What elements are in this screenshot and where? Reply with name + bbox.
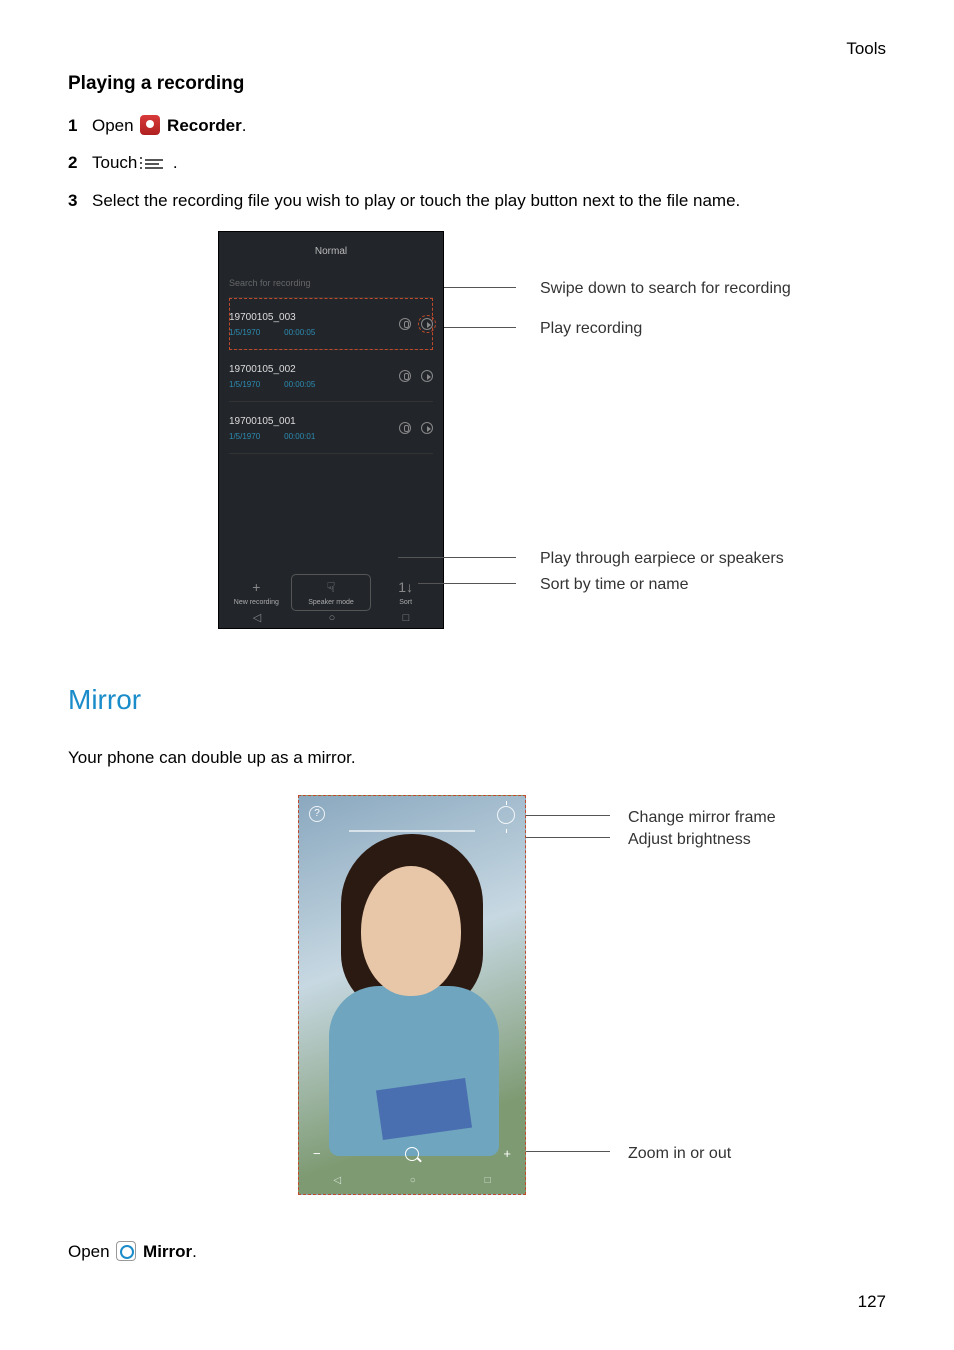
step2-pre: Touch bbox=[92, 153, 142, 172]
phone-bottom-bar: +New recording ☟Speaker mode 1↓Sort bbox=[219, 577, 443, 609]
section-title-playing: Playing a recording bbox=[68, 70, 886, 99]
zoom-out-icon[interactable]: − bbox=[313, 1144, 321, 1164]
step-number: 3 bbox=[68, 188, 92, 214]
home-icon[interactable]: ○ bbox=[329, 610, 336, 627]
header-section: Tools bbox=[846, 36, 886, 62]
play-icon[interactable] bbox=[421, 370, 433, 382]
step1-app: Recorder bbox=[167, 116, 242, 135]
play-icon[interactable] bbox=[421, 422, 433, 434]
step2-post: . bbox=[173, 153, 178, 172]
step-2: 2 Touch . bbox=[68, 150, 886, 176]
recording-name: 19700105_001 bbox=[229, 414, 399, 429]
recording-duration: 00:00:05 bbox=[284, 380, 315, 389]
figure-mirror: ? − + ◁ ○ □ Change mirror frame Adjust b… bbox=[298, 795, 938, 1215]
sort-button[interactable]: 1↓Sort bbox=[368, 577, 443, 609]
recent-icon[interactable]: □ bbox=[403, 610, 410, 627]
phone-screenshot-mirror: ? − + ◁ ○ □ bbox=[298, 795, 526, 1195]
recording-date: 1/5/1970 bbox=[229, 328, 260, 337]
callout-speaker: Play through earpiece or speakers bbox=[540, 547, 784, 571]
phone-title: Normal bbox=[219, 232, 443, 259]
android-nav-bar: ◁ ○ □ bbox=[219, 610, 443, 627]
recording-duration: 00:00:01 bbox=[284, 432, 315, 441]
step1-pre: Open bbox=[92, 116, 138, 135]
zoom-in-icon[interactable]: + bbox=[503, 1144, 511, 1164]
phone-screenshot-recorder: Normal Search for recording 19700105_003… bbox=[218, 231, 444, 629]
recording-row[interactable]: 19700105_001 1/5/1970 00:00:01 bbox=[229, 402, 433, 454]
search-field[interactable]: Search for recording bbox=[229, 277, 433, 298]
recording-row[interactable]: 19700105_002 1/5/1970 00:00:05 bbox=[229, 350, 433, 402]
new-recording-button[interactable]: +New recording bbox=[219, 577, 294, 609]
earpiece-icon[interactable] bbox=[399, 370, 411, 382]
step-number: 2 bbox=[68, 150, 92, 176]
callout-play: Play recording bbox=[540, 317, 642, 341]
brightness-slider[interactable] bbox=[349, 830, 475, 832]
section-heading-mirror: Mirror bbox=[68, 679, 886, 721]
play-icon[interactable] bbox=[421, 318, 433, 330]
callout-sort: Sort by time or name bbox=[540, 573, 689, 597]
recording-row[interactable]: 19700105_003 1/5/1970 00:00:05 bbox=[229, 298, 433, 350]
earpiece-icon[interactable] bbox=[399, 422, 411, 434]
recording-date: 1/5/1970 bbox=[229, 432, 260, 441]
step-3: 3 Select the recording file you wish to … bbox=[68, 188, 886, 214]
open-post: . bbox=[192, 1242, 197, 1261]
recording-date: 1/5/1970 bbox=[229, 380, 260, 389]
speaker-mode-button[interactable]: ☟Speaker mode bbox=[294, 577, 369, 609]
brightness-button[interactable] bbox=[497, 806, 515, 824]
callout-search: Swipe down to search for recording bbox=[540, 277, 791, 301]
step-1: 1 Open Recorder. bbox=[68, 113, 886, 139]
home-icon[interactable]: ○ bbox=[410, 1173, 416, 1188]
recorder-app-icon bbox=[140, 115, 160, 135]
page-number: 127 bbox=[858, 1289, 886, 1315]
back-icon[interactable]: ◁ bbox=[253, 610, 261, 627]
recording-name: 19700105_003 bbox=[229, 310, 399, 325]
step1-post: . bbox=[242, 116, 247, 135]
callout-brightness: Adjust brightness bbox=[628, 828, 751, 852]
back-icon[interactable]: ◁ bbox=[333, 1173, 341, 1188]
mirror-app-icon bbox=[116, 1241, 136, 1261]
open-app: Mirror bbox=[143, 1242, 192, 1261]
callout-frame: Change mirror frame bbox=[628, 806, 776, 830]
earpiece-icon[interactable] bbox=[399, 318, 411, 330]
open-pre: Open bbox=[68, 1242, 114, 1261]
frame-button[interactable]: ? bbox=[309, 806, 325, 822]
recording-duration: 00:00:05 bbox=[284, 328, 315, 337]
android-nav-bar: ◁ ○ □ bbox=[299, 1173, 525, 1188]
magnifier-icon bbox=[405, 1147, 419, 1161]
mirror-intro: Your phone can double up as a mirror. bbox=[68, 745, 886, 771]
recent-icon[interactable]: □ bbox=[485, 1173, 491, 1188]
mirror-open-line: Open Mirror. bbox=[68, 1239, 886, 1265]
callout-zoom: Zoom in or out bbox=[628, 1142, 731, 1166]
step-number: 1 bbox=[68, 113, 92, 139]
step3-text: Select the recording file you wish to pl… bbox=[92, 188, 886, 214]
recording-name: 19700105_002 bbox=[229, 362, 399, 377]
figure-recorder: Normal Search for recording 19700105_003… bbox=[218, 231, 858, 631]
list-menu-icon bbox=[145, 157, 165, 171]
